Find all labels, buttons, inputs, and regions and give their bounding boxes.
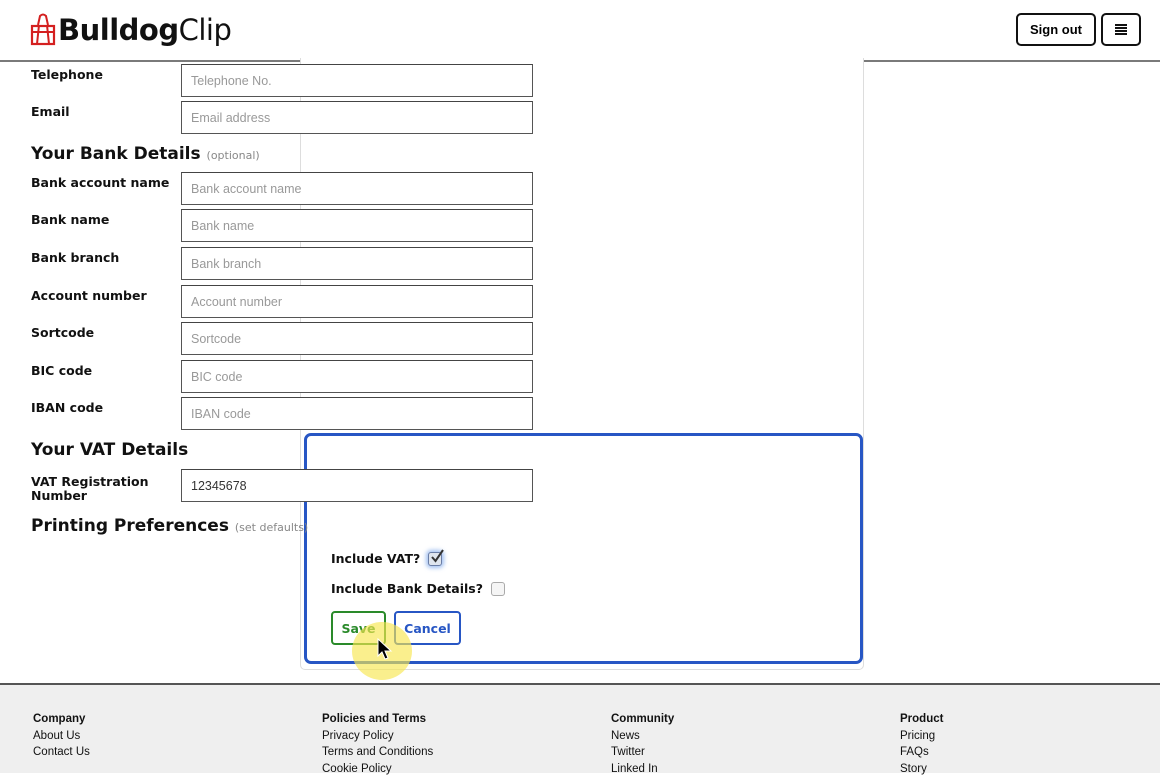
bank-account-name-label: Bank account name: [31, 176, 169, 190]
bank-name-input[interactable]: [181, 209, 533, 242]
footer-link-cookie-policy[interactable]: Cookie Policy: [322, 761, 433, 777]
printing-preferences-note: (set defaults): [235, 521, 308, 534]
footer-link-faqs[interactable]: FAQs: [900, 744, 943, 761]
account-number-row: Account number: [31, 285, 533, 318]
bic-code-input[interactable]: [181, 360, 533, 393]
sortcode-input[interactable]: [181, 322, 533, 355]
footer-link-linkedin[interactable]: Linked In: [611, 761, 674, 777]
hamburger-menu-icon: [1115, 24, 1127, 35]
logo-text-light: Clip: [179, 13, 232, 47]
include-bank-details-checkbox[interactable]: [491, 582, 505, 596]
logo-text-bold: Bulldog: [58, 13, 179, 47]
include-bank-details-label: Include Bank Details?: [331, 581, 483, 596]
footer-heading: Policies and Terms: [322, 711, 433, 728]
save-button[interactable]: Save: [331, 611, 386, 645]
vat-section-highlight: [304, 433, 863, 664]
footer-link-privacy-policy[interactable]: Privacy Policy: [322, 728, 433, 745]
menu-button[interactable]: [1101, 13, 1141, 46]
checkmark-icon: [429, 549, 445, 565]
sortcode-row: Sortcode: [31, 322, 533, 355]
bank-details-heading: Your Bank Details (optional): [31, 144, 260, 164]
site-header: BulldogClip Sign out: [0, 0, 1160, 62]
bank-branch-label: Bank branch: [31, 251, 119, 265]
sign-out-button[interactable]: Sign out: [1016, 13, 1096, 46]
bank-account-name-input[interactable]: [181, 172, 533, 205]
footer-column-community: Community News Twitter Linked In: [611, 711, 674, 777]
bank-name-label: Bank name: [31, 213, 109, 227]
account-number-label: Account number: [31, 289, 147, 303]
footer-link-contact-us[interactable]: Contact Us: [33, 744, 90, 761]
telephone-label: Telephone: [31, 68, 103, 82]
printing-preferences-title: Printing Preferences: [31, 516, 229, 536]
telephone-input[interactable]: [181, 64, 533, 97]
vat-registration-label: VAT Registration Number: [31, 475, 149, 503]
bic-code-row: BIC code: [31, 360, 533, 393]
footer-link-twitter[interactable]: Twitter: [611, 744, 674, 761]
sortcode-label: Sortcode: [31, 326, 94, 340]
bank-branch-row: Bank branch: [31, 247, 533, 280]
include-bank-details-row: Include Bank Details?: [331, 581, 505, 596]
bank-details-title: Your Bank Details: [31, 144, 201, 164]
email-input[interactable]: [181, 101, 533, 134]
vat-registration-input[interactable]: [181, 469, 533, 502]
include-vat-row: Include VAT?: [331, 551, 442, 566]
footer-column-product: Product Pricing FAQs Story: [900, 711, 943, 777]
footer-link-about-us[interactable]: About Us: [33, 728, 90, 745]
bic-code-label: BIC code: [31, 364, 92, 378]
vat-registration-label-line2: Number: [31, 488, 87, 503]
footer-heading: Company: [33, 711, 90, 728]
iban-code-input[interactable]: [181, 397, 533, 430]
vat-details-heading: Your VAT Details: [31, 440, 188, 460]
bank-name-row: Bank name: [31, 209, 533, 242]
telephone-row: Telephone: [31, 64, 533, 97]
iban-code-row: IBAN code: [31, 397, 533, 430]
footer-column-policies: Policies and Terms Privacy Policy Terms …: [322, 711, 433, 777]
footer-link-news[interactable]: News: [611, 728, 674, 745]
include-vat-label: Include VAT?: [331, 551, 420, 566]
logo[interactable]: BulldogClip: [30, 10, 231, 50]
footer-link-pricing[interactable]: Pricing: [900, 728, 943, 745]
include-vat-checkbox[interactable]: [428, 552, 442, 566]
email-label: Email: [31, 105, 70, 119]
bank-account-name-row: Bank account name: [31, 172, 533, 205]
printing-preferences-heading: Printing Preferences (set defaults): [31, 516, 308, 536]
account-number-input[interactable]: [181, 285, 533, 318]
bank-branch-input[interactable]: [181, 247, 533, 280]
vat-registration-label-line1: VAT Registration: [31, 474, 149, 489]
footer-heading: Community: [611, 711, 674, 728]
cancel-button[interactable]: Cancel: [394, 611, 461, 645]
footer-link-terms[interactable]: Terms and Conditions: [322, 744, 433, 761]
email-row: Email: [31, 101, 533, 134]
footer-link-story[interactable]: Story: [900, 761, 943, 777]
site-footer: Company About Us Contact Us Policies and…: [0, 683, 1160, 773]
footer-column-company: Company About Us Contact Us: [33, 711, 90, 761]
bank-details-note: (optional): [207, 149, 260, 162]
vat-registration-row: VAT Registration Number: [31, 469, 533, 502]
binder-clip-icon: [30, 13, 56, 47]
footer-heading: Product: [900, 711, 943, 728]
iban-code-label: IBAN code: [31, 401, 103, 415]
